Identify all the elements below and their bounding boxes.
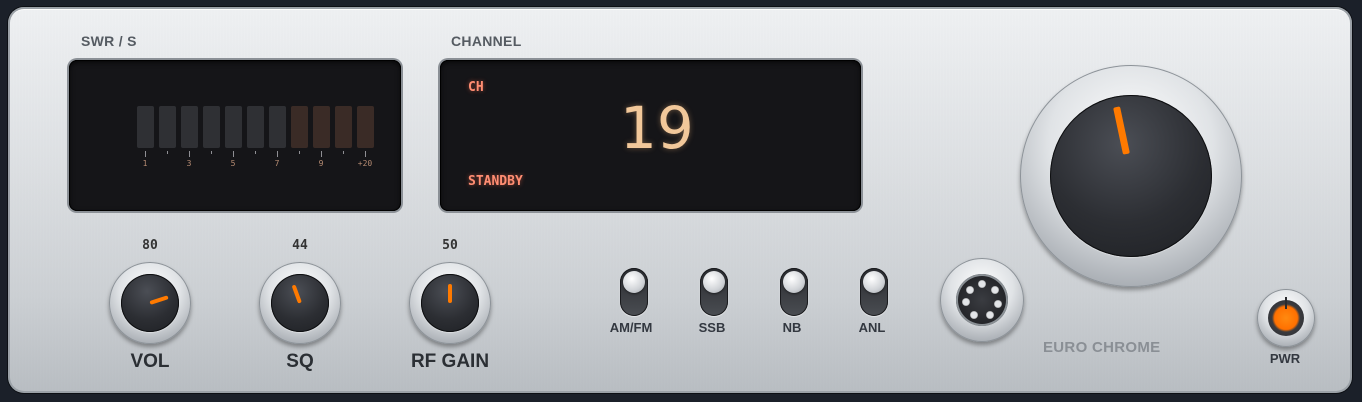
ssb-label: SSB	[698, 320, 726, 335]
meter-segment	[225, 106, 242, 148]
meter-tick	[321, 151, 322, 157]
channel-selector-knob[interactable]	[1020, 65, 1242, 287]
am-fm-label: AM/FM	[609, 320, 653, 335]
power-button[interactable]	[1257, 289, 1315, 347]
anl-switch[interactable]	[860, 268, 888, 316]
meter-tick	[233, 151, 234, 157]
sq-label: SQ	[286, 351, 314, 372]
meter-tick-label: +20	[357, 159, 373, 168]
meter-tick	[277, 151, 278, 157]
channel-number: 19	[620, 94, 694, 162]
anl-label: ANL	[858, 320, 886, 335]
power-label: PWR	[1269, 351, 1301, 366]
meter-tick-label: 9	[318, 159, 324, 168]
vol-label: VOL	[130, 351, 170, 372]
channel-display: CH 19 STANDBY	[440, 60, 861, 211]
nb-switch[interactable]	[780, 268, 808, 316]
meter-segment	[137, 106, 154, 148]
meter-segment	[181, 106, 198, 148]
meter-tick	[189, 151, 190, 157]
meter-tick	[343, 151, 344, 154]
brand-logo: EURO CHROME	[1043, 339, 1161, 356]
sq-knob[interactable]	[259, 262, 341, 344]
sq-value: 44	[292, 238, 308, 253]
meter-tick-label: 3	[186, 159, 192, 168]
status-text: STANDBY	[468, 174, 523, 189]
meter-tick	[167, 151, 168, 154]
meter-tick	[211, 151, 212, 154]
meter-segment	[313, 106, 330, 148]
swr-meter-display: 1 3 5 7 9 +20	[69, 60, 401, 211]
nb-label: NB	[782, 320, 802, 335]
meter-tick-label: 5	[230, 159, 236, 168]
ssb-switch[interactable]	[700, 268, 728, 316]
meter-segment	[335, 106, 352, 148]
meter-tick-label: 7	[274, 159, 280, 168]
vol-value: 80	[142, 238, 158, 253]
am-fm-switch[interactable]	[620, 268, 648, 316]
rf-gain-knob[interactable]	[409, 262, 491, 344]
channel-prefix: CH	[468, 80, 484, 95]
meter-segment	[159, 106, 176, 148]
meter-tick	[299, 151, 300, 154]
meter-segment	[291, 106, 308, 148]
meter-segment	[203, 106, 220, 148]
mic-connector[interactable]	[940, 258, 1024, 342]
power-icon	[1268, 297, 1304, 336]
rf-gain-value: 50	[442, 238, 458, 253]
meter-tick	[365, 151, 366, 157]
meter-segment	[247, 106, 264, 148]
swr-meter-label: SWR / S	[81, 33, 137, 49]
meter-tick	[145, 151, 146, 157]
meter-segment	[269, 106, 286, 148]
vol-knob[interactable]	[109, 262, 191, 344]
rf-gain-label: RF GAIN	[410, 351, 490, 372]
mic-socket-icon	[956, 274, 1008, 326]
meter-tick	[255, 151, 256, 154]
meter-segment	[357, 106, 374, 148]
meter-tick-label: 1	[142, 159, 148, 168]
channel-label: CHANNEL	[451, 33, 522, 49]
